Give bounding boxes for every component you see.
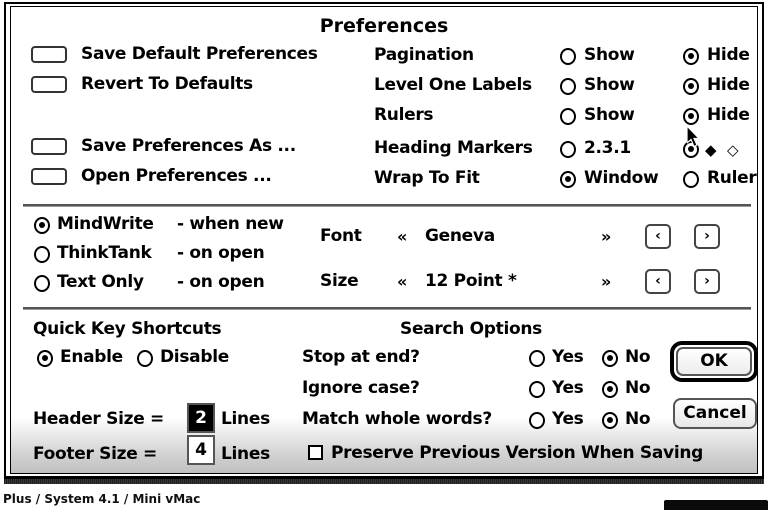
footer-size-units: Lines <box>221 444 270 464</box>
footer-size-input[interactable]: 4 <box>187 435 215 465</box>
ok-button-label: OK <box>676 347 752 376</box>
hollow-diamond-icon: ◇ <box>727 141 739 159</box>
pagination-show-label: Show <box>584 45 635 65</box>
ignore-case-no-radio[interactable] <box>602 381 618 398</box>
preserve-previous-version-label: Preserve Previous Version When Saving <box>331 443 704 463</box>
size-label: Size <box>320 271 359 291</box>
match-whole-words-no-radio[interactable] <box>602 412 618 429</box>
wrap-to-fit-ruler-label: Ruler <box>707 168 757 188</box>
format-mindwrite-radio[interactable] <box>34 217 50 234</box>
level-one-labels-show-label: Show <box>584 75 635 95</box>
format-thinktank-when: - on open <box>177 243 265 263</box>
open-preferences-button[interactable] <box>31 168 67 185</box>
emulator-screen: Preferences Save Default Preferences Rev… <box>0 0 768 510</box>
quick-keys-enable-label: Enable <box>60 347 123 367</box>
font-prev-chevron[interactable]: « <box>397 227 407 246</box>
ignore-case-yes-label: Yes <box>552 378 584 398</box>
pagination-hide-radio[interactable] <box>683 48 699 65</box>
size-left-arrow-icon[interactable]: ‹ <box>645 269 671 294</box>
dialog-content: Preferences Save Default Preferences Rev… <box>10 6 758 474</box>
font-label: Font <box>320 226 362 246</box>
search-options-heading: Search Options <box>400 319 543 339</box>
format-text-only-label: Text Only <box>57 272 144 292</box>
stop-at-end-no-radio[interactable] <box>602 350 618 367</box>
revert-to-defaults-button[interactable] <box>31 76 67 93</box>
stop-at-end-no-label: No <box>625 347 651 367</box>
header-size-input[interactable]: 2 <box>187 403 215 433</box>
format-text-only-when: - on open <box>177 272 265 292</box>
size-right-arrow-icon[interactable]: › <box>694 269 720 294</box>
revert-to-defaults-label: Revert To Defaults <box>81 74 253 94</box>
ignore-case-yes-radio[interactable] <box>529 381 545 398</box>
rulers-show-radio[interactable] <box>560 108 576 125</box>
stop-at-end-yes-radio[interactable] <box>529 350 545 367</box>
heading-markers-symbol-radio[interactable] <box>683 141 699 158</box>
size-prev-chevron[interactable]: « <box>397 272 407 291</box>
size-next-chevron[interactable]: » <box>601 272 611 291</box>
level-one-labels-label: Level One Labels <box>374 75 532 95</box>
pagination-show-radio[interactable] <box>560 48 576 65</box>
preferences-dialog: Preferences Save Default Preferences Rev… <box>4 2 764 478</box>
open-preferences-label: Open Preferences ... <box>81 166 272 186</box>
status-bar: Plus / System 4.1 / Mini vMac <box>0 492 768 510</box>
format-mindwrite-label: MindWrite <box>57 214 154 234</box>
pagination-hide-label: Hide <box>707 45 750 65</box>
heading-markers-label: Heading Markers <box>374 138 533 158</box>
size-value: 12 Point * <box>425 271 517 291</box>
ignore-case-label: Ignore case? <box>302 378 420 398</box>
ok-button[interactable]: OK <box>670 341 757 382</box>
pagination-label: Pagination <box>374 45 474 65</box>
header-size-units: Lines <box>221 409 270 429</box>
divider-two <box>23 307 751 310</box>
format-thinktank-radio[interactable] <box>34 246 50 263</box>
preserve-previous-version-checkbox[interactable] <box>308 445 323 460</box>
rulers-hide-radio[interactable] <box>683 108 699 125</box>
save-preferences-as-button[interactable] <box>31 138 67 155</box>
wrap-to-fit-window-label: Window <box>584 168 659 188</box>
save-default-preferences-button[interactable] <box>31 46 67 63</box>
match-whole-words-no-label: No <box>625 409 651 429</box>
level-one-labels-hide-label: Hide <box>707 75 750 95</box>
format-mindwrite-when: - when new <box>177 214 284 234</box>
ignore-case-no-label: No <box>625 378 651 398</box>
match-whole-words-yes-radio[interactable] <box>529 412 545 429</box>
page-title: Preferences <box>319 15 449 37</box>
wrap-to-fit-label: Wrap To Fit <box>374 168 480 188</box>
level-one-labels-hide-radio[interactable] <box>683 78 699 95</box>
save-default-preferences-label: Save Default Preferences <box>81 44 318 64</box>
heading-markers-numeric-radio[interactable] <box>560 141 576 158</box>
save-preferences-as-label: Save Preferences As ... <box>81 136 296 156</box>
filled-diamond-icon: ◆ <box>705 141 717 159</box>
quick-keys-enable-radio[interactable] <box>37 350 53 367</box>
stop-at-end-yes-label: Yes <box>552 347 584 367</box>
font-value: Geneva <box>425 226 495 246</box>
match-whole-words-yes-label: Yes <box>552 409 584 429</box>
cancel-button[interactable]: Cancel <box>673 398 757 429</box>
font-right-arrow-icon[interactable]: › <box>694 224 720 249</box>
font-left-arrow-icon[interactable]: ‹ <box>645 224 671 249</box>
heading-markers-numeric-label: 2.3.1 <box>584 138 631 158</box>
match-whole-words-label: Match whole words? <box>302 409 492 429</box>
divider-one <box>23 204 751 207</box>
wrap-to-fit-window-radio[interactable] <box>560 171 576 188</box>
screen-bottom-edge <box>4 478 764 484</box>
format-text-only-radio[interactable] <box>34 275 50 292</box>
quick-keys-disable-radio[interactable] <box>137 350 153 367</box>
rulers-label: Rulers <box>374 105 434 125</box>
status-bar-text: Plus / System 4.1 / Mini vMac <box>3 492 201 506</box>
rulers-hide-label: Hide <box>707 105 750 125</box>
wrap-to-fit-ruler-radio[interactable] <box>683 171 699 188</box>
taskbar-block <box>664 500 768 510</box>
level-one-labels-show-radio[interactable] <box>560 78 576 95</box>
quick-key-shortcuts-heading: Quick Key Shortcuts <box>33 319 222 339</box>
stop-at-end-label: Stop at end? <box>302 347 420 367</box>
footer-size-label: Footer Size = <box>33 444 157 464</box>
header-size-label: Header Size = <box>33 409 164 429</box>
format-thinktank-label: ThinkTank <box>57 243 152 263</box>
rulers-show-label: Show <box>584 105 635 125</box>
quick-keys-disable-label: Disable <box>160 347 229 367</box>
font-next-chevron[interactable]: » <box>601 227 611 246</box>
